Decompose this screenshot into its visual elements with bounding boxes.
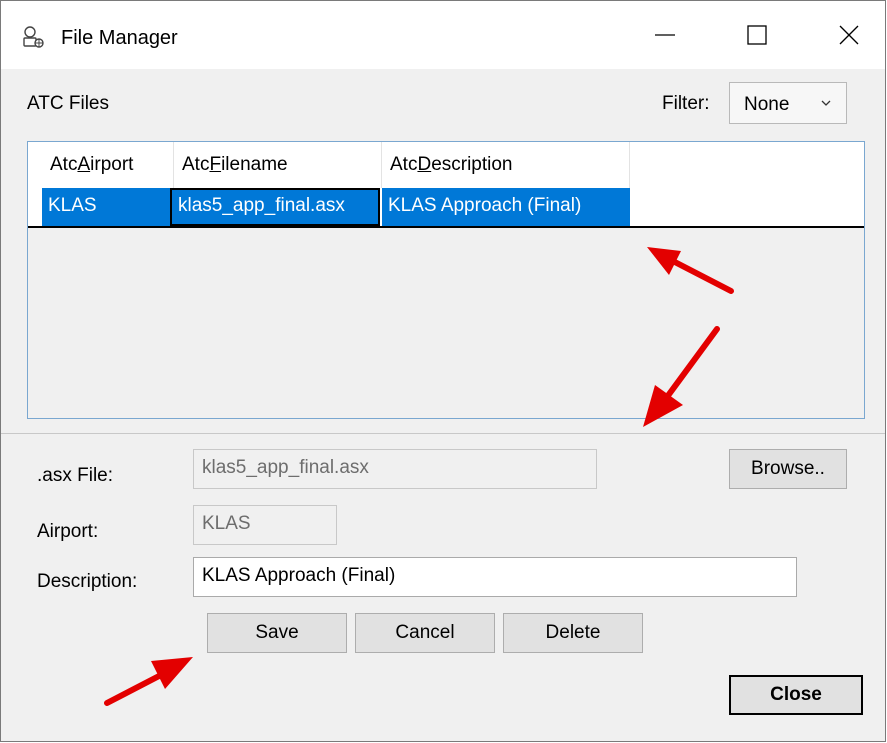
window-title: File Manager	[61, 27, 178, 49]
delete-button[interactable]: Delete	[503, 613, 643, 653]
grid-header: AtcAirport AtcFilename AtcDescription	[28, 142, 864, 189]
maximize-icon	[747, 25, 767, 45]
cell-filename[interactable]: klas5_app_final.asx	[170, 188, 380, 226]
minimize-button[interactable]	[633, 1, 697, 69]
annotation-arrow-icon	[647, 247, 734, 294]
cell-airport[interactable]: KLAS	[42, 188, 170, 226]
splitter[interactable]	[1, 433, 885, 434]
file-manager-icon	[21, 25, 45, 49]
table-row[interactable]: KLAS klas5_app_final.asx KLAS Approach (…	[28, 188, 864, 228]
annotation-arrow-icon	[104, 657, 193, 706]
close-icon	[839, 25, 859, 45]
browse-button[interactable]: Browse..	[729, 449, 847, 489]
save-button[interactable]: Save	[207, 613, 347, 653]
close-button[interactable]: Close	[729, 675, 863, 715]
annotation-arrow-icon	[643, 326, 720, 427]
filter-selected-value: None	[744, 94, 790, 115]
column-header-airport[interactable]: AtcAirport	[42, 142, 174, 188]
asx-file-label: .asx File:	[37, 465, 114, 486]
title-bar[interactable]: File Manager	[1, 1, 885, 69]
file-manager-window: File Manager ATC Files Filter: None AtcA…	[0, 0, 886, 742]
dialog-body: ATC Files Filter: None AtcAirport AtcFil…	[1, 69, 885, 741]
column-header-description[interactable]: AtcDescription	[382, 142, 630, 188]
filter-select[interactable]: None	[729, 82, 847, 124]
description-field[interactable]: KLAS Approach (Final)	[193, 557, 797, 597]
maximize-button[interactable]	[725, 1, 789, 69]
cell-description[interactable]: KLAS Approach (Final)	[382, 188, 630, 226]
atc-files-grid[interactable]: AtcAirport AtcFilename AtcDescription KL…	[27, 141, 865, 419]
asx-file-field[interactable]: klas5_app_final.asx	[193, 449, 597, 489]
minimize-icon	[655, 34, 675, 36]
airport-label: Airport:	[37, 521, 99, 542]
chevron-down-icon	[821, 100, 831, 106]
airport-field[interactable]: KLAS	[193, 505, 337, 545]
filter-label: Filter:	[662, 93, 710, 114]
close-window-button[interactable]	[817, 1, 881, 69]
column-header-filename[interactable]: AtcFilename	[174, 142, 382, 188]
description-label: Description:	[37, 571, 138, 592]
cancel-button[interactable]: Cancel	[355, 613, 495, 653]
atc-files-label: ATC Files	[27, 93, 109, 114]
